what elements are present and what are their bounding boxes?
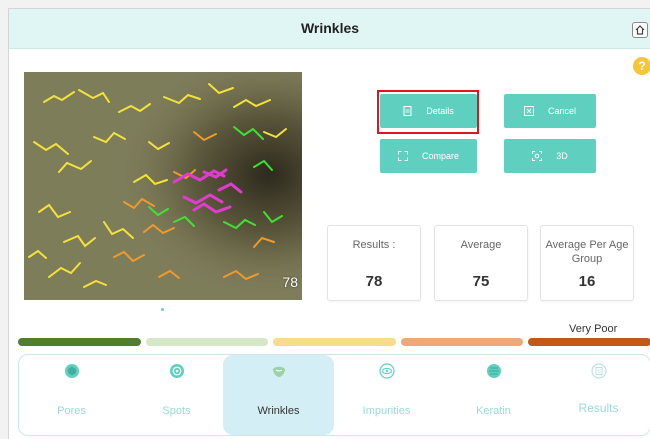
compare-icon — [397, 151, 408, 161]
tab-impurities[interactable]: Impurities — [334, 355, 439, 435]
scan-3d-icon — [532, 151, 543, 161]
tab-spots-label: Spots — [162, 405, 191, 417]
rating-segment — [528, 338, 650, 346]
tab-spots[interactable]: Spots — [124, 355, 229, 435]
average-card-label: Average — [460, 239, 502, 251]
wrinkle-map-image — [24, 72, 302, 300]
spots-icon — [169, 364, 184, 378]
tab-impurities-label: Impurities — [362, 405, 411, 417]
tab-keratin[interactable]: Keratin — [441, 355, 546, 435]
age-group-card: Average Per Age Group 16 — [540, 225, 634, 301]
impurities-icon — [378, 363, 395, 379]
help-button[interactable]: ? — [633, 57, 650, 75]
threed-label: 3D — [556, 151, 568, 161]
compare-label: Compare — [421, 151, 459, 161]
page-title: Wrinkles — [300, 20, 360, 36]
tab-pores-label: Pores — [57, 405, 86, 417]
compare-button[interactable]: Compare — [380, 139, 477, 173]
wrinkles-icon — [272, 366, 285, 377]
tab-wrinkles[interactable]: Wrinkles — [223, 355, 334, 435]
image-score-label: 78 — [282, 274, 298, 290]
results-card: Results : 78 — [327, 225, 421, 301]
pores-icon — [64, 364, 79, 378]
skin-analysis-image: 78 — [24, 72, 302, 300]
question-icon: ? — [638, 59, 646, 73]
keratin-icon — [486, 364, 501, 378]
age-group-card-value: 16 — [578, 273, 596, 290]
results-card-value: 78 — [365, 273, 383, 290]
app-frame: Wrinkles ? 78 Details Cancel Compare 3D … — [8, 8, 650, 439]
results-icon — [590, 363, 607, 379]
tab-wrinkles-label: Wrinkles — [257, 405, 300, 417]
image-page-indicator[interactable] — [161, 308, 164, 311]
details-highlight-box — [377, 90, 479, 134]
home-button[interactable] — [632, 22, 648, 38]
average-card: Average 75 — [434, 225, 528, 301]
threed-button[interactable]: 3D — [504, 139, 596, 173]
tab-results[interactable]: Results — [546, 355, 650, 435]
home-icon — [635, 25, 645, 35]
close-box-icon — [523, 106, 534, 116]
tab-keratin-label: Keratin — [476, 405, 511, 417]
cancel-button[interactable]: Cancel — [504, 94, 596, 128]
rating-label: Very Poor — [569, 323, 618, 335]
rating-segment — [18, 338, 141, 346]
category-tab-bar: Pores Spots Wrinkles Impurities Keratin … — [18, 354, 650, 436]
rating-segment — [400, 338, 524, 346]
rating-segment — [273, 338, 396, 346]
cancel-label: Cancel — [547, 106, 576, 116]
average-card-value: 75 — [472, 273, 490, 290]
header-bar: Wrinkles — [9, 9, 650, 49]
rating-segment — [145, 338, 269, 346]
tab-results-label: Results — [578, 401, 619, 415]
results-card-label: Results : — [352, 239, 396, 251]
age-group-card-label: Average Per Age Group — [545, 239, 629, 265]
tab-pores[interactable]: Pores — [19, 355, 124, 435]
